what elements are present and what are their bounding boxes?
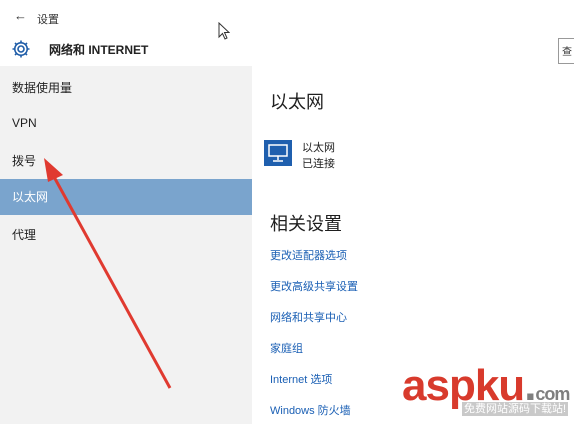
sidebar-item-ethernet[interactable]: 以太网 bbox=[0, 179, 252, 215]
ethernet-monitor-icon[interactable] bbox=[264, 140, 292, 166]
section-header: 网络和 INTERNET bbox=[11, 38, 148, 60]
header: ← 设置 网络和 INTERNET 查 bbox=[0, 0, 574, 66]
link-advanced-sharing[interactable]: 更改高级共享设置 bbox=[270, 278, 358, 294]
mouse-cursor-icon bbox=[218, 22, 230, 40]
link-adapter-options[interactable]: 更改适配器选项 bbox=[270, 247, 347, 263]
section-title: 网络和 INTERNET bbox=[49, 42, 149, 57]
related-settings-heading: 相关设置 bbox=[270, 214, 342, 234]
watermark: aspku.com 免费网站源码下载站! bbox=[402, 362, 574, 424]
back-arrow-icon[interactable]: ← bbox=[14, 8, 27, 23]
sidebar-item-dialup[interactable]: 拨号 bbox=[0, 143, 252, 179]
search-box-edge[interactable]: 查 bbox=[558, 38, 574, 64]
sidebar-item-vpn[interactable]: VPN bbox=[0, 105, 252, 141]
watermark-subtitle: 免费网站源码下载站! bbox=[462, 402, 569, 416]
link-network-sharing-center[interactable]: 网络和共享中心 bbox=[270, 309, 347, 325]
connection-name[interactable]: 以太网 bbox=[302, 139, 335, 155]
link-internet-options[interactable]: Internet 选项 bbox=[270, 371, 332, 387]
sidebar: 数据使用量 VPN 拨号 以太网 代理 bbox=[0, 66, 252, 424]
gear-icon bbox=[12, 40, 30, 58]
sidebar-item-proxy[interactable]: 代理 bbox=[0, 217, 252, 253]
app-title: 设置 bbox=[37, 14, 59, 26]
connection-status: 已连接 bbox=[302, 158, 335, 170]
link-windows-firewall[interactable]: Windows 防火墙 bbox=[270, 402, 351, 418]
sidebar-item-data-usage[interactable]: 数据使用量 bbox=[0, 70, 252, 106]
link-homegroup[interactable]: 家庭组 bbox=[270, 340, 303, 356]
page-title: 以太网 bbox=[270, 92, 324, 112]
